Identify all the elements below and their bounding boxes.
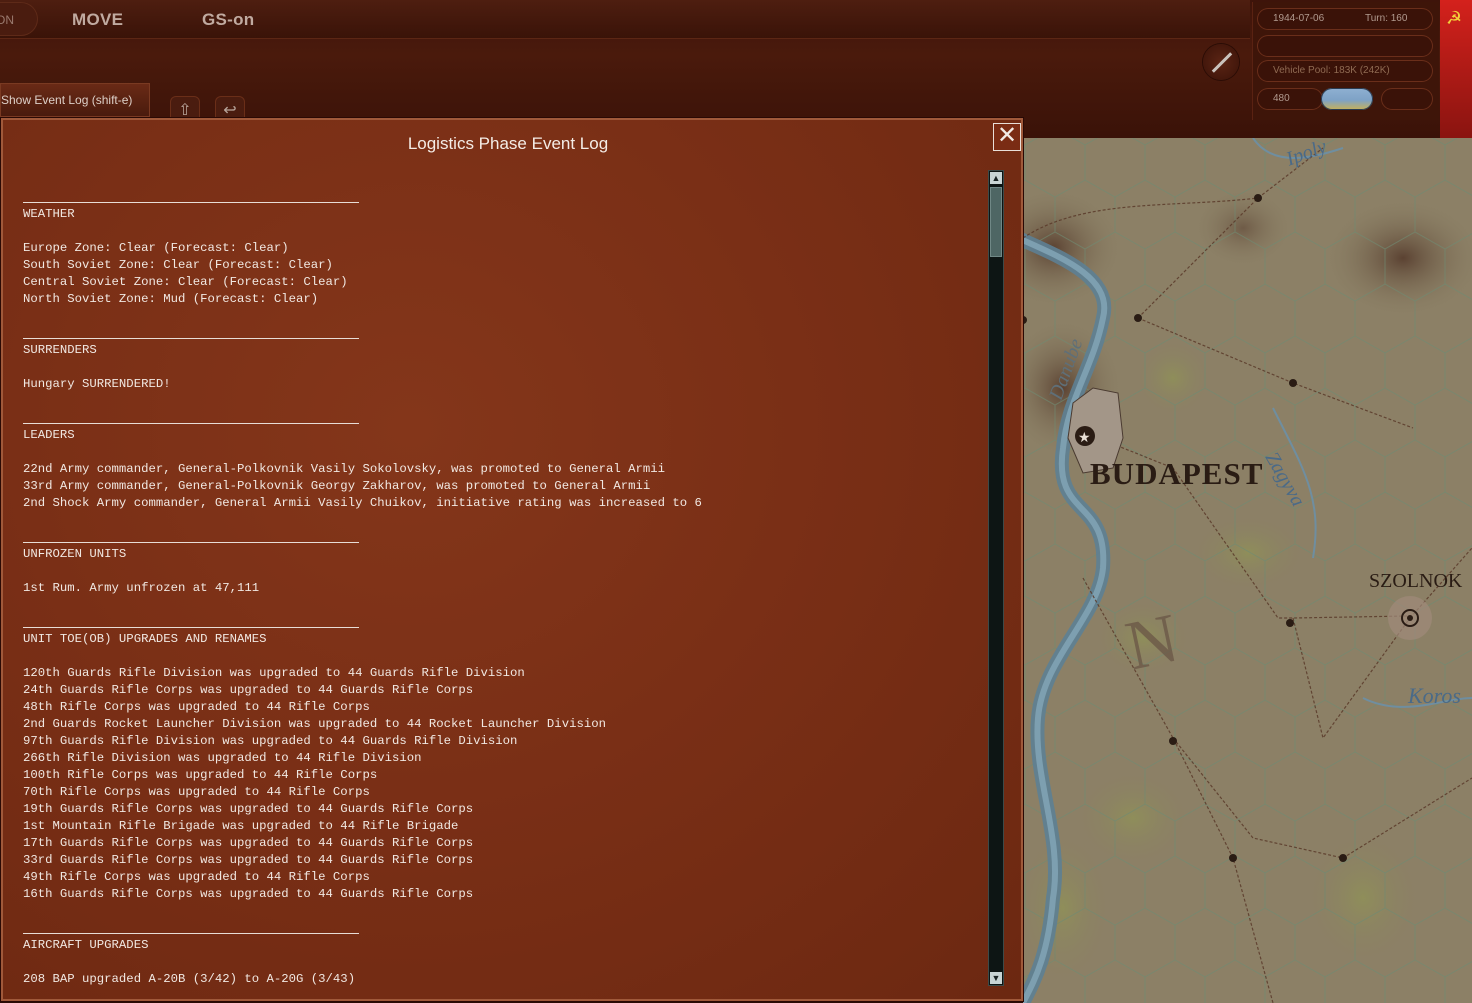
empty-status-pill	[1257, 35, 1433, 57]
event-log-window: Logistics Phase Event Log ✕ WEATHER Europ…	[1, 118, 1023, 1001]
log-entry: North Soviet Zone: Mud (Forecast: Clear)	[23, 292, 319, 306]
log-section-unfrozen-units: UNFROZEN UNITS 1st Rum. Army unfrozen at …	[23, 542, 983, 597]
info-panel: 1944-07-06 Turn: 160 Vehicle Pool: 183K …	[1252, 2, 1439, 120]
section-divider	[23, 542, 359, 543]
log-entry: 120th Guards Rifle Division was upgraded…	[23, 666, 525, 680]
log-entry: 2nd Shock Army commander, General Armii …	[23, 496, 702, 510]
soviet-flag-icon: ☭	[1440, 0, 1472, 138]
log-section-unit-toe-ob-upgrades-and-renames: UNIT TOE(OB) UPGRADES AND RENAMES 120th G…	[23, 627, 983, 903]
section-divider	[23, 933, 359, 934]
hammer-sickle-icon: ☭	[1446, 8, 1463, 28]
log-section-weather: WEATHER Europe Zone: Clear (Forecast: Cle…	[23, 202, 983, 308]
log-entry: 1st Rum. Army unfrozen at 47,111	[23, 581, 260, 595]
section-heading: AIRCRAFT UPGRADES	[23, 938, 149, 952]
log-entry: 208 BAP upgraded A-20B (3/42) to A-20G (…	[23, 972, 356, 986]
vehicle-pool-label: Vehicle Pool: 183K (242K)	[1257, 60, 1433, 82]
log-entry: 97th Guards Rifle Division was upgraded …	[23, 734, 518, 748]
weather-icon[interactable]	[1321, 88, 1373, 110]
section-heading: UNFROZEN UNITS	[23, 547, 127, 561]
log-section-surrenders: SURRENDERS Hungary SURRENDERED!	[23, 338, 983, 393]
section-divider	[23, 202, 359, 203]
log-entry: South Soviet Zone: Clear (Forecast: Clea…	[23, 258, 333, 272]
log-entry: 19th Guards Rifle Corps was upgraded to …	[23, 802, 474, 816]
log-entry: 17th Guards Rifle Corps was upgraded to …	[23, 836, 474, 850]
move-mode-button[interactable]: MOVE	[72, 10, 123, 30]
event-log-scrollbar[interactable]: ▲ ▼	[988, 170, 1004, 986]
turn-label: Turn: 160	[1365, 13, 1408, 24]
event-log-content: WEATHER Europe Zone: Clear (Forecast: Cle…	[23, 190, 983, 990]
section-heading: SURRENDERS	[23, 343, 97, 357]
value-480-label: 480	[1257, 88, 1323, 110]
pen-icon	[1211, 52, 1233, 73]
svg-text:★: ★	[1078, 430, 1091, 446]
date-label: 1944-07-06	[1273, 13, 1325, 24]
log-entry: 100th Rifle Corps was upgraded to 44 Rif…	[23, 768, 378, 782]
log-entry: 70th Rifle Corps was upgraded to 44 Rifl…	[23, 785, 370, 799]
draw-line-button[interactable]	[1203, 44, 1239, 80]
show-event-log-button[interactable]: Show Event Log (shift-e)	[0, 83, 150, 117]
map-view[interactable]: ★ BUDAPEST SZOLNOK Ipoly Danube Zagyva K…	[1023, 138, 1472, 1003]
section-heading: LEADERS	[23, 428, 75, 442]
budapest-label: BUDAPEST	[1090, 456, 1264, 491]
section-divider	[23, 423, 359, 424]
log-entry: 266th Rifle Division was upgraded to 44 …	[23, 751, 422, 765]
section-heading: UNIT TOE(OB) UPGRADES AND RENAMES	[23, 632, 267, 646]
scroll-down-arrow-icon[interactable]: ▼	[990, 972, 1002, 984]
log-entry: 24th Guards Rifle Corps was upgraded to …	[23, 683, 474, 697]
on-tab[interactable]: ON	[0, 2, 38, 36]
gs-mode-button[interactable]: GS-on	[202, 10, 255, 30]
log-entry: 48th Rifle Corps was upgraded to 44 Rifl…	[23, 700, 370, 714]
section-divider	[23, 627, 359, 628]
scroll-up-arrow-icon[interactable]: ▲	[990, 172, 1002, 184]
scrollbar-thumb[interactable]	[990, 187, 1002, 257]
log-entry: 49th Rifle Corps was upgraded to 44 Rifl…	[23, 870, 370, 884]
log-entry: Central Soviet Zone: Clear (Forecast: Cl…	[23, 275, 348, 289]
log-entry: 16th Guards Rifle Corps was upgraded to …	[23, 887, 474, 901]
log-entry: Hungary SURRENDERED!	[23, 377, 171, 391]
log-section-leaders: LEADERS 22nd Army commander, General-Polk…	[23, 423, 983, 512]
log-section-aircraft-upgrades: AIRCRAFT UPGRADES 208 BAP upgraded A-20B …	[23, 933, 983, 988]
log-entry: Europe Zone: Clear (Forecast: Clear)	[23, 241, 289, 255]
section-heading: WEATHER	[23, 207, 75, 221]
section-divider	[23, 338, 359, 339]
date-turn-pill: 1944-07-06 Turn: 160	[1257, 8, 1433, 30]
log-entry: 2nd Guards Rocket Launcher Division was …	[23, 717, 606, 731]
log-entry: 1st Mountain Rifle Brigade was upgraded …	[23, 819, 459, 833]
log-entry: 22nd Army commander, General-Polkovnik V…	[23, 462, 666, 476]
koros-river-label: Koros	[1408, 683, 1461, 708]
szolnok-label: SZOLNOK	[1369, 570, 1463, 592]
mode-bar: ON MOVE GS-on	[0, 0, 1250, 39]
empty-pill-button[interactable]	[1381, 88, 1433, 110]
close-icon[interactable]: ✕	[993, 123, 1021, 151]
log-entry: 33rd Guards Rifle Corps was upgraded to …	[23, 853, 474, 867]
szolnok-city-icon[interactable]	[1388, 596, 1432, 640]
log-entry: 33rd Army commander, General-Polkovnik G…	[23, 479, 651, 493]
event-log-title: Logistics Phase Event Log	[407, 134, 609, 153]
